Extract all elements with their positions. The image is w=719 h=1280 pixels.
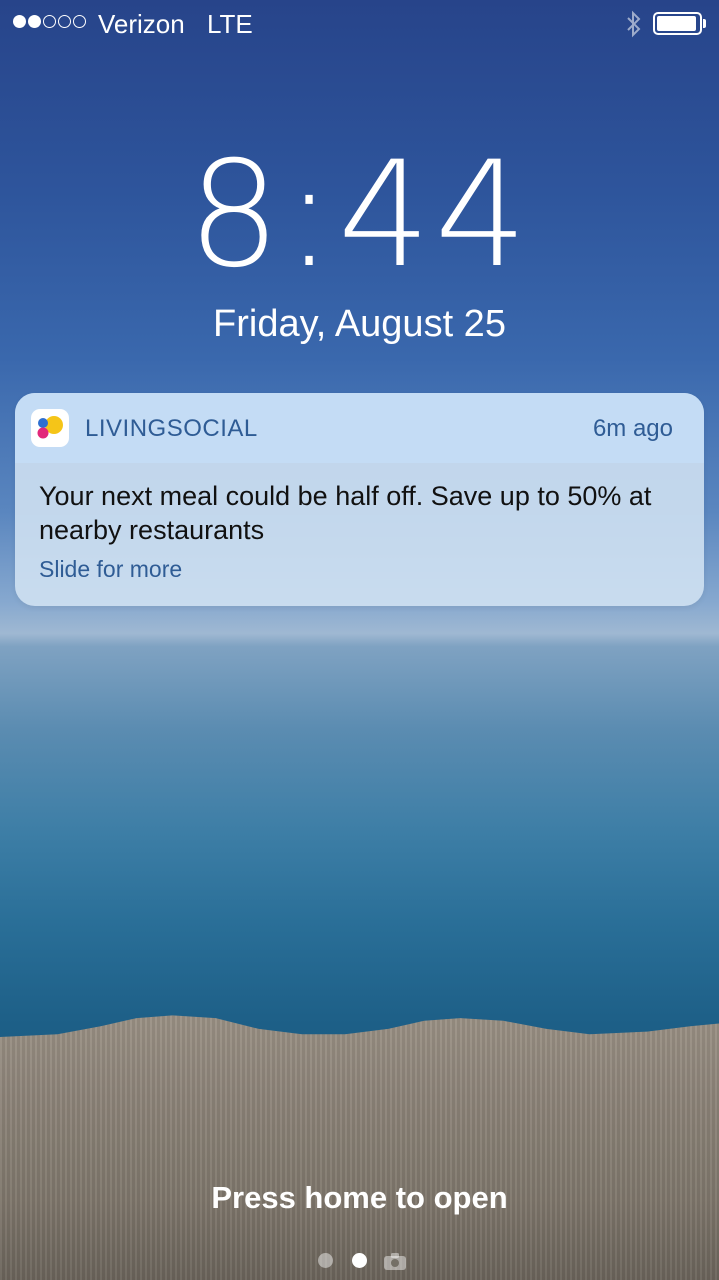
page-dot-active xyxy=(352,1253,367,1268)
notification-app-name: LIVINGSOCIAL xyxy=(85,415,258,442)
signal-strength-icon xyxy=(13,15,86,28)
page-dot xyxy=(318,1253,333,1268)
notification-header: LIVINGSOCIAL 6m ago xyxy=(15,393,704,463)
notification-card[interactable]: LIVINGSOCIAL 6m ago Your next meal could… xyxy=(15,393,704,606)
bluetooth-icon xyxy=(627,10,641,38)
notification-time: 6m ago xyxy=(592,415,673,442)
signal-dot xyxy=(13,15,26,28)
carrier-name: Verizon xyxy=(98,9,185,39)
network-type: LTE xyxy=(207,9,253,39)
signal-dot xyxy=(43,15,56,28)
press-home-prompt: Press home to open xyxy=(211,1180,508,1215)
signal-dot xyxy=(73,15,86,28)
battery-fill xyxy=(657,16,696,31)
battery-tip xyxy=(703,19,706,28)
camera-icon[interactable] xyxy=(383,1251,407,1271)
lock-screen: Verizon LTE 8:44 Friday, August 25 LIVIN… xyxy=(0,0,719,1280)
page-indicator[interactable] xyxy=(0,1249,719,1271)
signal-dot xyxy=(28,15,41,28)
wallpaper-dock xyxy=(0,1015,719,1280)
signal-dot xyxy=(58,15,71,28)
notification-action-hint[interactable]: Slide for more xyxy=(39,556,182,583)
battery-icon xyxy=(653,12,702,35)
lock-date: Friday, August 25 xyxy=(213,303,506,345)
status-bar: Verizon LTE xyxy=(0,0,719,48)
livingsocial-app-icon xyxy=(31,409,69,447)
notification-message: Your next meal could be half off. Save u… xyxy=(39,481,652,545)
lock-clock: 8:44 xyxy=(187,130,532,300)
